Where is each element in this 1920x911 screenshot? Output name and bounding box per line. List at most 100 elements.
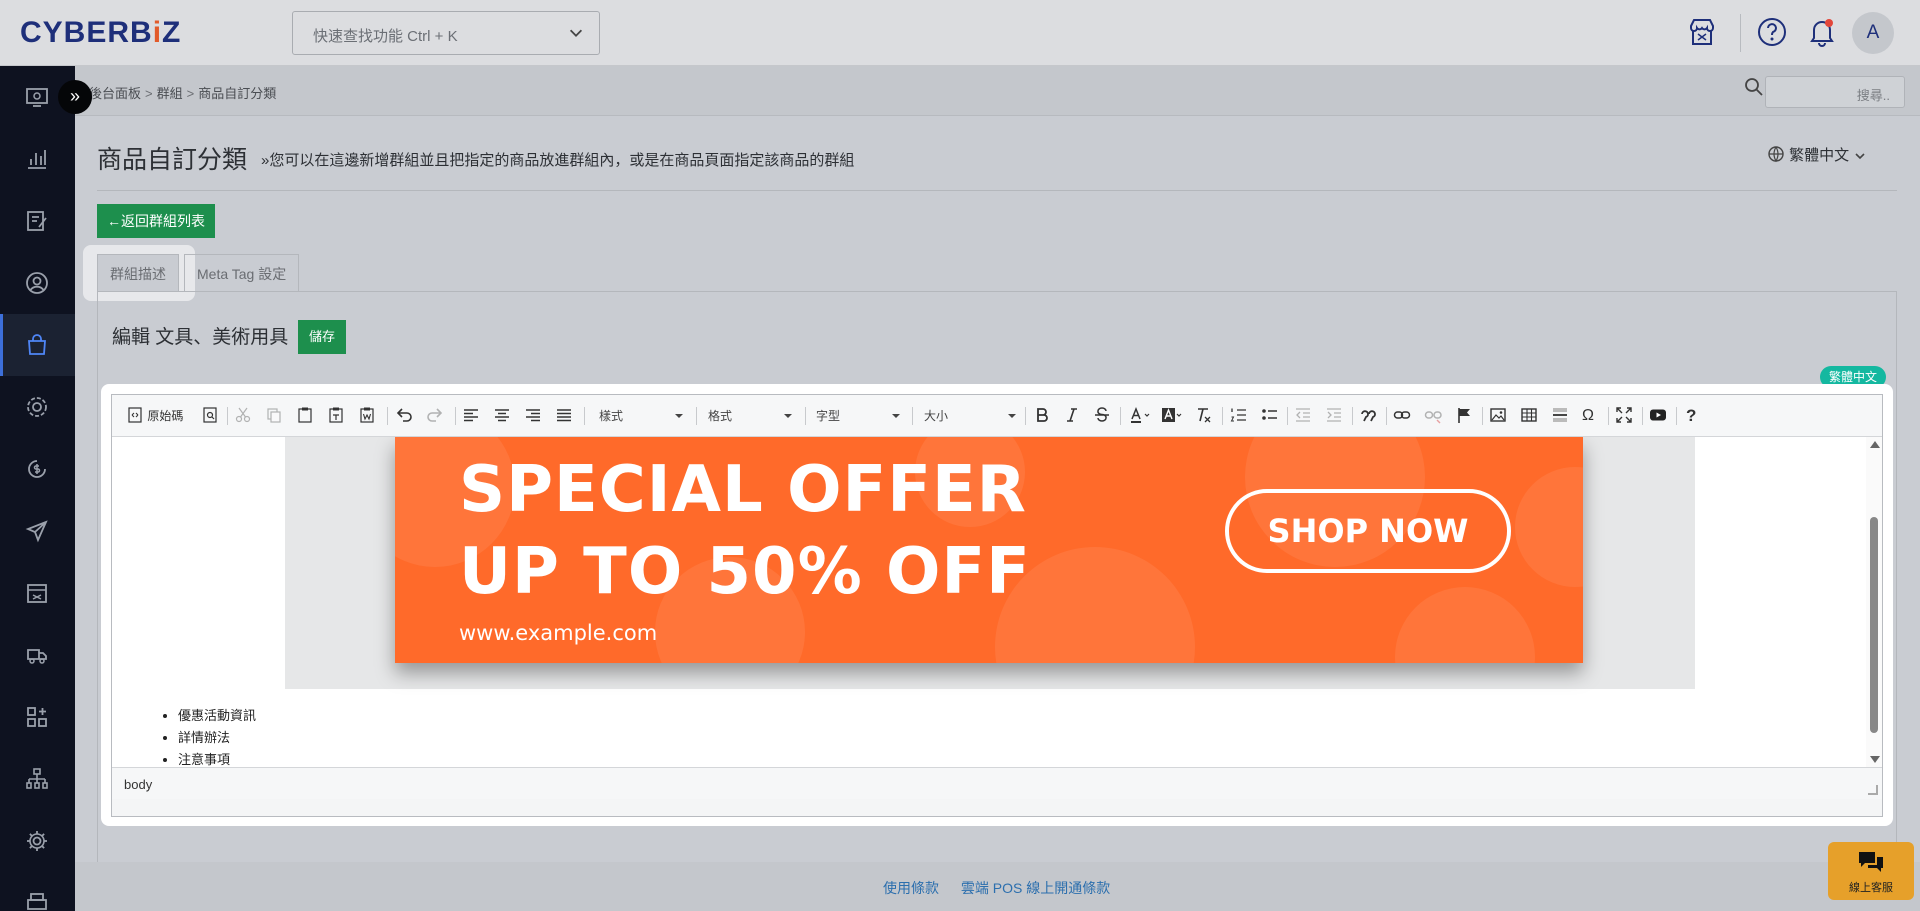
- background-color-button[interactable]: [1159, 406, 1185, 426]
- preview-button[interactable]: [201, 406, 219, 426]
- tab-group-description[interactable]: 群組描述: [97, 254, 179, 292]
- size-dropdown[interactable]: 大小: [924, 406, 1016, 426]
- sidebar-item-customers[interactable]: [0, 252, 75, 314]
- strikethrough-button[interactable]: [1093, 406, 1111, 426]
- sidebar-item-marketing[interactable]: [0, 376, 75, 438]
- terms-link[interactable]: 使用條款: [883, 880, 939, 896]
- toolbar-separator: [1120, 407, 1121, 425]
- sidebar-item-settings[interactable]: [0, 810, 75, 872]
- breadcrumb-item-current: 商品自訂分類: [198, 86, 277, 101]
- decrease-indent-button[interactable]: [1294, 406, 1312, 426]
- sidebar-item-finance[interactable]: [0, 438, 75, 500]
- sidebar-item-print[interactable]: [0, 872, 75, 911]
- font-dropdown[interactable]: 字型: [816, 406, 900, 426]
- youtube-button[interactable]: [1649, 406, 1667, 426]
- sidebar-item-delivery[interactable]: [0, 624, 75, 686]
- sidebar-item-apps[interactable]: [0, 686, 75, 748]
- quick-search-select[interactable]: 快速查找功能 Ctrl + K: [292, 11, 600, 55]
- list-item: 注意事項: [178, 749, 256, 767]
- search-input[interactable]: 搜尋..: [1765, 76, 1905, 108]
- scroll-up-arrow-icon[interactable]: [1870, 441, 1880, 448]
- toolbar-separator: [387, 407, 388, 425]
- resize-grip-icon[interactable]: [1868, 785, 1878, 795]
- horizontal-rule-button[interactable]: [1551, 406, 1569, 426]
- cut-button[interactable]: [234, 406, 252, 426]
- align-center-button[interactable]: [493, 406, 511, 426]
- bulleted-list-button[interactable]: [1261, 406, 1279, 426]
- sidebar-expand-button[interactable]: »: [58, 80, 92, 114]
- increase-indent-button[interactable]: [1325, 406, 1343, 426]
- italic-button[interactable]: [1063, 406, 1081, 426]
- remove-format-icon: [1198, 408, 1211, 423]
- unlink-button[interactable]: [1424, 406, 1442, 426]
- apps-icon: [27, 707, 47, 727]
- anchor-button[interactable]: [1455, 406, 1473, 426]
- scrollbar-thumb[interactable]: [1870, 517, 1878, 733]
- sidebar-item-products[interactable]: [0, 314, 75, 376]
- question-icon: ?: [1686, 406, 1697, 425]
- store-icon[interactable]: [1686, 16, 1718, 48]
- link-button[interactable]: [1393, 406, 1411, 426]
- bell-icon[interactable]: [1806, 16, 1838, 48]
- image-button[interactable]: [1489, 406, 1507, 426]
- back-to-group-list-button[interactable]: ←返回群組列表: [97, 204, 215, 238]
- indent-icon: [1327, 408, 1341, 422]
- text-color-button[interactable]: [1127, 406, 1153, 426]
- tab-meta-tag-settings[interactable]: Meta Tag 設定: [184, 254, 300, 292]
- style-dropdown[interactable]: 樣式: [599, 406, 683, 426]
- breadcrumb-item-groups[interactable]: 群組: [157, 86, 183, 101]
- toolbar-separator: [1025, 407, 1026, 425]
- language-switcher[interactable]: 繁體中文: [1767, 144, 1867, 165]
- header-divider: [1740, 14, 1741, 52]
- title-divider: [97, 190, 1897, 191]
- brand-logo[interactable]: CYBERBiZ: [20, 16, 181, 50]
- promo-banner-image[interactable]: SPECIAL OFFER UP TO 50% OFF www.example.…: [395, 437, 1583, 663]
- help-button[interactable]: ?: [1686, 406, 1696, 426]
- user-avatar[interactable]: A: [1852, 12, 1894, 54]
- unlink-icon: [1424, 411, 1442, 424]
- scroll-down-arrow-icon[interactable]: [1870, 756, 1880, 763]
- globe-icon: [1768, 146, 1784, 163]
- toolbar-separator: [1386, 407, 1387, 425]
- editor-scrollbar[interactable]: [1866, 437, 1882, 767]
- special-char-button[interactable]: Ω: [1582, 406, 1594, 426]
- sidebar-item-orders[interactable]: [0, 190, 75, 252]
- footer: 使用條款 雲端 POS 線上開通條款: [75, 862, 1920, 911]
- sidebar-item-store[interactable]: [0, 562, 75, 624]
- source-button[interactable]: 原始碼: [126, 406, 183, 426]
- online-support-button[interactable]: 線上客服: [1828, 842, 1914, 900]
- chevron-down-icon: [892, 414, 900, 418]
- numbered-list-button[interactable]: [1230, 406, 1248, 426]
- copy-button[interactable]: [265, 406, 283, 426]
- help-icon[interactable]: [1756, 16, 1788, 48]
- align-left-button[interactable]: [462, 406, 480, 426]
- numbered-list-icon: [1230, 408, 1246, 422]
- breadcrumb-item-dashboard[interactable]: 後台面板: [89, 86, 141, 101]
- paste-word-button[interactable]: [358, 406, 376, 426]
- maximize-button[interactable]: [1615, 406, 1633, 426]
- sidebar-item-reports[interactable]: [0, 128, 75, 190]
- element-path-body[interactable]: body: [124, 777, 152, 792]
- sidebar: [0, 66, 75, 911]
- sidebar-item-structure[interactable]: [0, 748, 75, 810]
- search-icon[interactable]: [1743, 76, 1765, 98]
- align-right-button[interactable]: [524, 406, 542, 426]
- pos-terms-link[interactable]: 雲端 POS 線上開通條款: [961, 880, 1110, 896]
- banner-decoration: [1515, 467, 1583, 587]
- paste-text-button[interactable]: [327, 406, 345, 426]
- blockquote-button[interactable]: [1359, 406, 1377, 426]
- undo-button[interactable]: [395, 406, 413, 426]
- redo-button[interactable]: [426, 406, 444, 426]
- bold-button[interactable]: [1033, 406, 1051, 426]
- sidebar-item-messaging[interactable]: [0, 500, 75, 562]
- align-justify-button[interactable]: [555, 406, 573, 426]
- remove-format-button[interactable]: [1195, 406, 1213, 426]
- paste-button[interactable]: [296, 406, 314, 426]
- format-dropdown[interactable]: 格式: [708, 406, 792, 426]
- toolbar-separator: [1287, 407, 1288, 425]
- table-button[interactable]: [1520, 406, 1538, 426]
- toolbar-separator: [912, 407, 913, 425]
- save-button[interactable]: 儲存: [298, 320, 346, 354]
- top-bar: CYBERBiZ 快速查找功能 Ctrl + K A: [0, 0, 1920, 66]
- editor-content-area[interactable]: SPECIAL OFFER UP TO 50% OFF www.example.…: [112, 437, 1882, 767]
